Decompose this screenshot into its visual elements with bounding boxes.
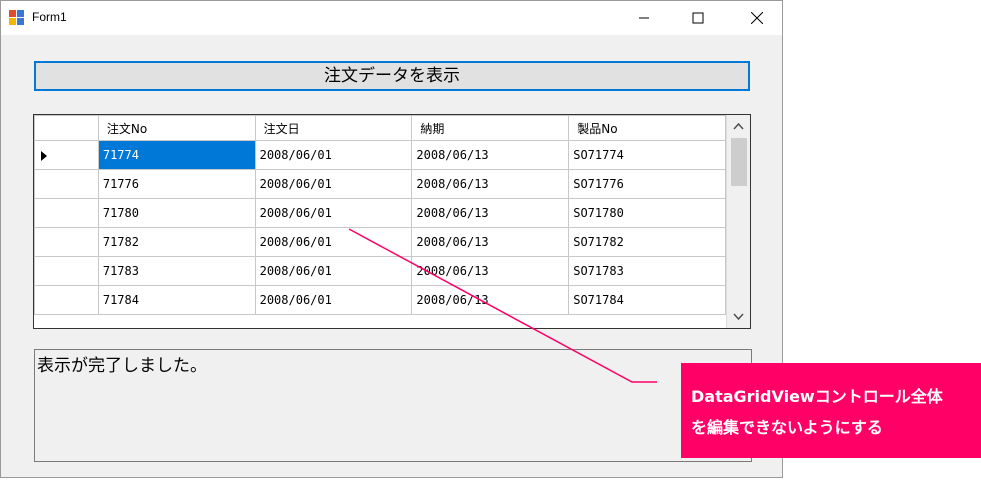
annotation-line-2: を編集できないようにする bbox=[691, 418, 883, 437]
annotation-callout: DataGridViewコントロール全体 を編集できないようにする bbox=[681, 363, 981, 458]
annotation-line-1: DataGridViewコントロール全体 bbox=[691, 387, 943, 406]
